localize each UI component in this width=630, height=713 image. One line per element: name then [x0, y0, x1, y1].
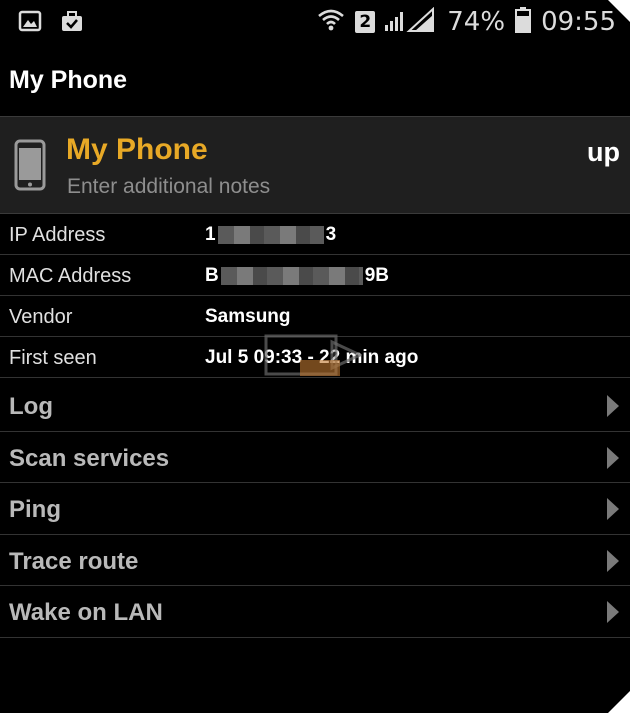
mac-value-start: B [205, 265, 219, 286]
chevron-right-icon [606, 446, 620, 475]
watermark-logo [262, 328, 364, 393]
redacted-block [217, 226, 324, 244]
device-status: up [587, 137, 620, 167]
info-label: Vendor [9, 306, 73, 328]
mac-address-value: B 9B [205, 265, 389, 287]
gallery-icon [18, 9, 42, 33]
vendor-value: Samsung [205, 306, 291, 327]
battery-icon [515, 6, 532, 38]
action-label: Log [9, 393, 53, 420]
action-label: Trace route [9, 547, 139, 575]
action-scan-services[interactable]: Scan services [0, 432, 630, 483]
device-name[interactable]: My Phone [66, 133, 208, 167]
notes-field[interactable]: Enter additional notes [67, 175, 270, 199]
corner-decoration [608, 0, 630, 22]
action-label: Scan services [9, 444, 170, 472]
ip-address-value: 1 3 [205, 224, 336, 246]
info-label: MAC Address [9, 265, 132, 287]
info-row-ip: IP Address 1 3 [0, 214, 630, 255]
wifi-icon [317, 7, 345, 38]
ip-value-end: 3 [325, 224, 337, 245]
smartphone-icon [14, 139, 46, 196]
title-bar: My Phone [0, 44, 630, 116]
corner-decoration [608, 691, 630, 713]
status-bar: 2 74% 09:55 [0, 0, 630, 44]
battery-percent: 74% [447, 7, 506, 37]
action-wake-on-lan[interactable]: Wake on LAN [0, 586, 630, 638]
chevron-right-icon [606, 600, 620, 629]
mac-value-end: 9B [364, 265, 390, 286]
info-row-mac: MAC Address B 9B [0, 255, 630, 296]
action-list: Log Scan services Ping Trace route Wake … [0, 380, 630, 638]
clock: 09:55 [541, 7, 616, 37]
signal-icon [385, 6, 437, 38]
briefcase-check-icon [60, 9, 84, 33]
chevron-right-icon [606, 497, 620, 526]
device-header[interactable]: My Phone Enter additional notes up [0, 116, 630, 214]
info-label: First seen [9, 347, 97, 369]
action-label: Wake on LAN [9, 599, 163, 626]
chevron-right-icon [606, 394, 620, 423]
chevron-right-icon [606, 549, 620, 578]
action-ping[interactable]: Ping [0, 483, 630, 535]
redacted-block [220, 267, 363, 285]
ip-value-start: 1 [205, 224, 216, 245]
sim-slot-badge: 2 [355, 11, 376, 33]
info-label: IP Address [9, 224, 106, 246]
action-label: Ping [9, 496, 61, 523]
page-title: My Phone [9, 66, 128, 94]
action-trace-route[interactable]: Trace route [0, 535, 630, 586]
